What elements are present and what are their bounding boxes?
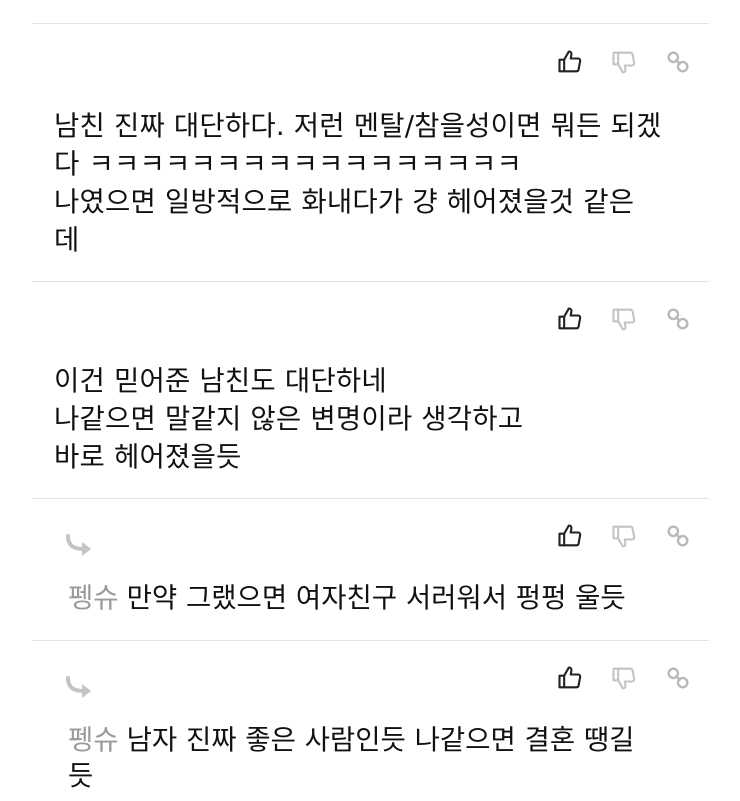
thumbs-up-icon[interactable] — [556, 664, 584, 692]
link-icon[interactable] — [664, 305, 692, 333]
reply-arrow-icon — [66, 534, 91, 556]
thumbs-up-icon[interactable] — [556, 48, 584, 76]
thumbs-down-icon[interactable] — [610, 305, 638, 333]
divider-top — [32, 23, 709, 24]
link-icon[interactable] — [664, 522, 692, 550]
divider-3 — [32, 640, 709, 641]
link-icon[interactable] — [664, 48, 692, 76]
comment-2-text: 이건 믿어준 남친도 대단하네 나같으면 말같지 않은 변명이라 생각하고 바로… — [54, 365, 524, 473]
reply-text: 남자 진짜 좋은 사람인듯 나같으면 결혼 땡길 듯 — [68, 724, 635, 792]
comment-2-actions — [556, 305, 692, 333]
reply-text: 만약 그랬으면 여자친구 서러워서 펑펑 울듯 — [126, 582, 626, 614]
comment-1-text: 남친 진짜 대단하다. 저런 멘탈/참을성이면 뭐든 되겠 다 ㅋㅋㅋㅋㅋㅋㅋㅋ… — [54, 110, 662, 256]
thumbs-up-icon[interactable] — [556, 522, 584, 550]
thumbs-down-icon[interactable] — [610, 522, 638, 550]
link-icon[interactable] — [664, 664, 692, 692]
comment-1-actions — [556, 48, 692, 76]
reply-2-actions — [556, 664, 692, 692]
reply-author[interactable]: 펭슈 — [68, 582, 119, 614]
thumbs-down-icon[interactable] — [610, 48, 638, 76]
thumbs-up-icon[interactable] — [556, 305, 584, 333]
thumbs-down-icon[interactable] — [610, 664, 638, 692]
divider-1 — [32, 281, 709, 282]
reply-2: 펭슈 남자 진짜 좋은 사람인듯 나같으면 결혼 땡길 듯 — [68, 722, 688, 794]
reply-1-actions — [556, 522, 692, 550]
divider-2 — [32, 498, 709, 499]
reply-arrow-icon — [66, 676, 91, 698]
reply-author[interactable]: 펭슈 — [68, 724, 119, 756]
reply-1: 펭슈 만약 그랬으면 여자친구 서러워서 펑펑 울듯 — [68, 580, 688, 616]
